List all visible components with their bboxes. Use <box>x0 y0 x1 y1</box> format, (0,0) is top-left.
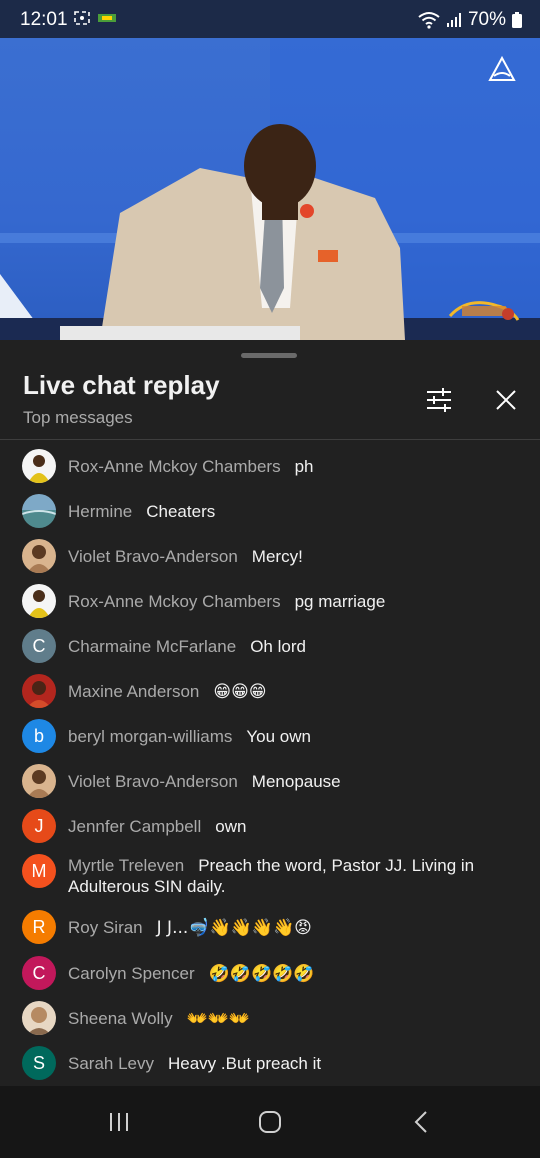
avatar <box>22 1001 56 1035</box>
navigation-bar <box>0 1086 540 1158</box>
author-name[interactable]: Jennfer Campbell <box>68 817 201 836</box>
message-text: 😁😁😁 <box>213 682 267 702</box>
message-text: 👐👐👐 <box>186 1009 251 1029</box>
author-name[interactable]: Violet Bravo-Anderson <box>68 772 238 791</box>
message-text: pg marriage <box>294 592 386 611</box>
author-name[interactable]: Rox-Anne Mckoy Chambers <box>68 457 281 476</box>
sda-logo-icon <box>488 55 516 81</box>
divider <box>0 439 540 440</box>
avatar <box>22 584 56 618</box>
screen-record-icon <box>74 11 90 25</box>
author-name[interactable]: beryl morgan-williams <box>68 727 232 746</box>
home-button[interactable] <box>245 1104 295 1140</box>
back-icon <box>414 1111 427 1133</box>
chat-mode-selector[interactable]: Top messages <box>23 408 133 428</box>
avatar <box>22 449 56 483</box>
author-name[interactable]: Violet Bravo-Anderson <box>68 547 238 566</box>
battery-icon <box>512 12 522 28</box>
author-name[interactable]: Roy Siran <box>68 918 143 937</box>
author-name[interactable]: Hermine <box>68 502 132 521</box>
avatar <box>22 674 56 708</box>
author-name[interactable]: Carolyn Spencer <box>68 964 195 983</box>
app-notification-icon <box>98 14 116 22</box>
author-name[interactable]: Sarah Levy <box>68 1054 154 1073</box>
message-text: Oh lord <box>250 637 306 656</box>
proclamation-hope-logo <box>448 301 520 321</box>
message-text: own <box>215 817 247 836</box>
avatar <box>22 539 56 573</box>
filter-button[interactable] <box>421 382 457 418</box>
message-text: Cheaters <box>146 502 216 521</box>
status-bar: 12:01 70% <box>0 0 540 38</box>
avatar: b <box>22 719 56 753</box>
drag-handle[interactable] <box>241 353 297 358</box>
back-button[interactable] <box>396 1104 446 1140</box>
close-button[interactable] <box>488 382 524 418</box>
signal-icon <box>446 13 461 27</box>
avatar: M <box>22 854 56 888</box>
avatar: J <box>22 809 56 843</box>
avatar: S <box>22 1046 56 1080</box>
filter-sliders-icon <box>427 388 451 412</box>
status-time: 12:01 <box>20 9 68 30</box>
message-text: You own <box>246 727 311 746</box>
panel-title: Live chat replay <box>23 370 220 400</box>
message-text: Mercy! <box>251 547 303 566</box>
author-name[interactable]: Charmaine McFarlane <box>68 637 236 656</box>
message-text: 🤣🤣🤣🤣🤣 <box>208 964 315 984</box>
live-chat-panel: Live chat replay Top messages Rox-Anne M… <box>0 340 540 1086</box>
author-name[interactable]: Myrtle Treleven <box>68 856 184 875</box>
author-name[interactable]: Maxine Anderson <box>68 682 199 701</box>
video-player[interactable] <box>0 38 540 340</box>
wifi-icon <box>418 12 440 29</box>
battery-percent: 70% <box>467 9 506 30</box>
recent-apps-button[interactable] <box>94 1104 144 1140</box>
avatar: C <box>22 956 56 990</box>
message-text: Heavy .But preach it <box>168 1054 322 1073</box>
author-name[interactable]: Sheena Wolly <box>68 1009 173 1028</box>
message-text: Menopause <box>251 772 341 791</box>
author-name[interactable]: Rox-Anne Mckoy Chambers <box>68 592 281 611</box>
message-text: J J...🤿👋👋👋👋😡 <box>156 918 312 938</box>
avatar: C <box>22 629 56 663</box>
avatar: R <box>22 910 56 944</box>
message-text: ph <box>294 457 314 476</box>
home-icon <box>259 1111 281 1133</box>
avatar <box>22 494 56 528</box>
close-icon <box>496 390 516 410</box>
recent-apps-icon <box>110 1113 128 1131</box>
avatar <box>22 764 56 798</box>
